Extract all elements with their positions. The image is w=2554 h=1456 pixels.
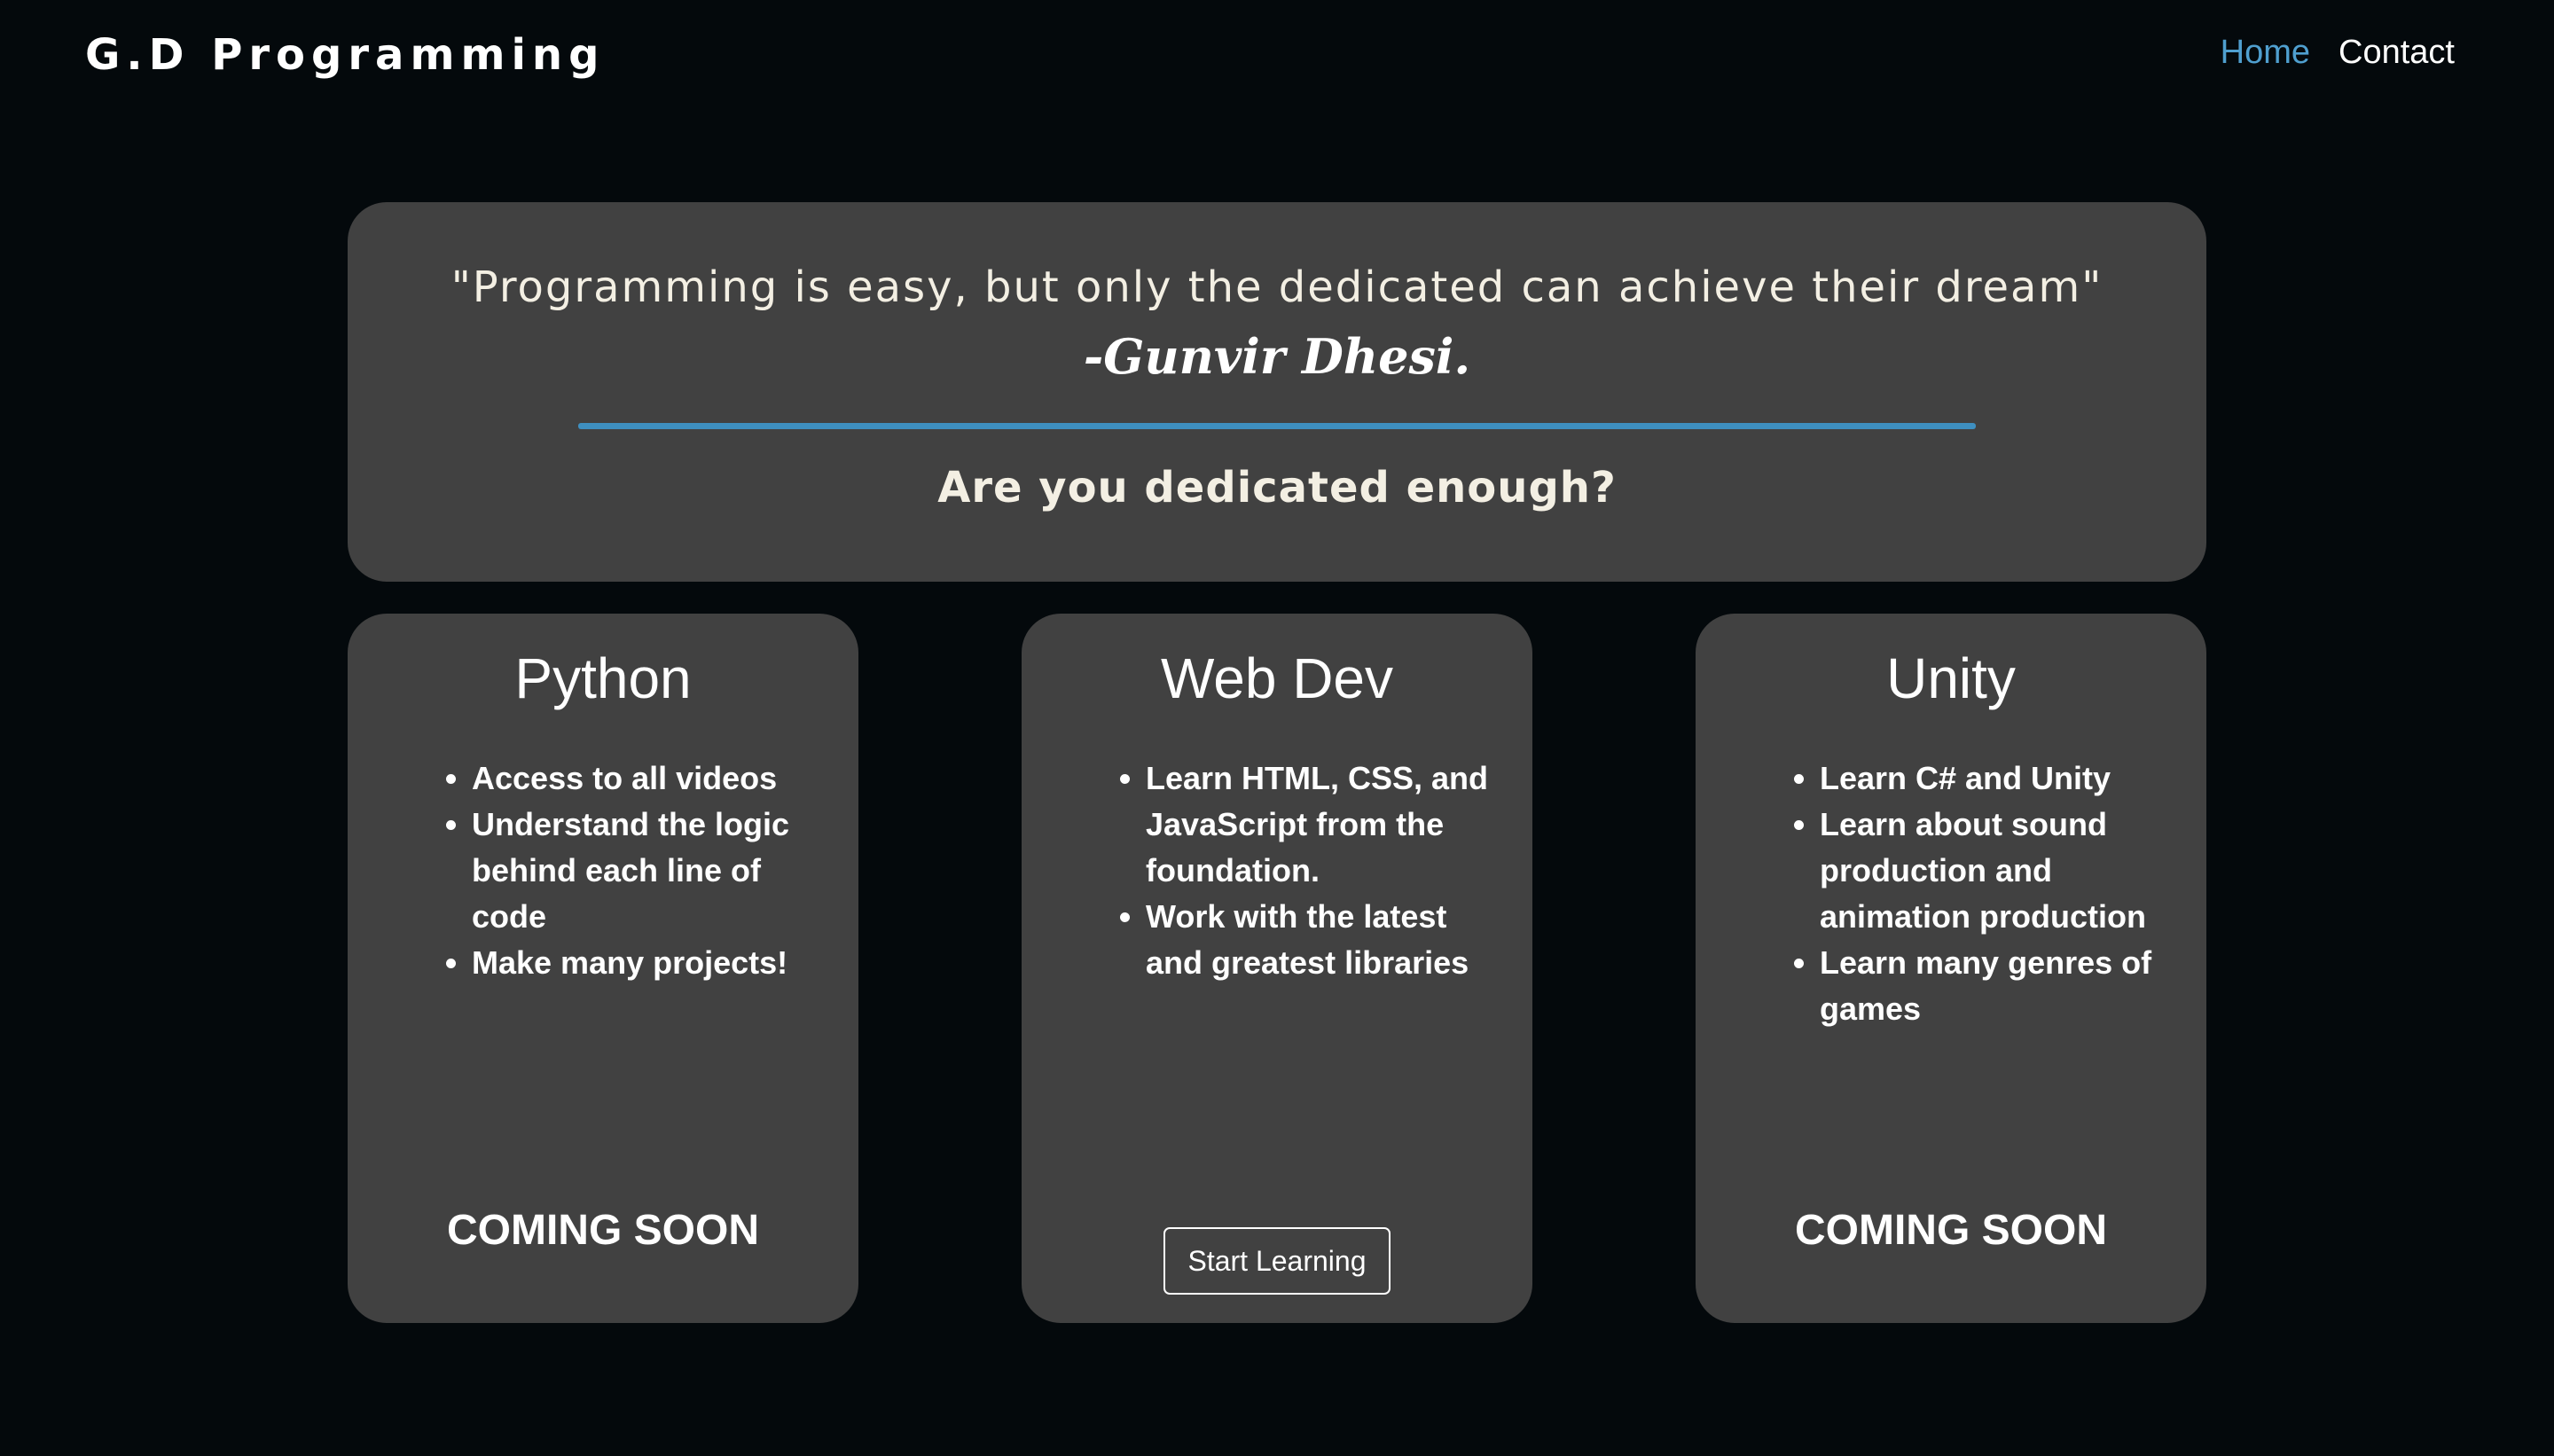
coming-soon-label: COMING SOON	[1794, 1207, 2107, 1254]
course-card-unity: Unity Learn C# and Unity Learn about sou…	[1696, 614, 2206, 1323]
start-learning-button[interactable]: Start Learning	[1163, 1227, 1391, 1295]
course-card-web-dev: Web Dev Learn HTML, CSS, and JavaScript …	[1022, 614, 1532, 1323]
list-item: Make many projects!	[472, 940, 823, 986]
list-item: Work with the latest and greatest librar…	[1146, 894, 1497, 986]
course-card-python: Python Access to all videos Understand t…	[348, 614, 858, 1323]
list-item: Understand the logic behind each line of…	[472, 802, 823, 940]
nav-link-home[interactable]: Home	[2221, 34, 2310, 72]
list-item: Learn C# and Unity	[1820, 755, 2171, 802]
list-item: Learn HTML, CSS, and JavaScript from the…	[1146, 755, 1497, 894]
list-item: Learn many genres of games	[1820, 940, 2171, 1032]
list-item: Learn about sound production and animati…	[1820, 802, 2171, 940]
feature-list: Access to all videos Understand the logi…	[348, 755, 858, 986]
card-title: Unity	[1886, 646, 2016, 710]
hero-panel: "Programming is easy, but only the dedic…	[348, 202, 2206, 582]
hero-quote: "Programming is easy, but only the dedic…	[450, 262, 2104, 312]
list-item: Access to all videos	[472, 755, 823, 802]
card-title: Web Dev	[1160, 646, 1394, 710]
nav-links: Home Contact	[2221, 34, 2455, 72]
quote-author: -Gunvir Dhesi.	[1083, 328, 1471, 385]
navbar: G.D Programming Home Contact	[0, 0, 2554, 112]
brand-logo[interactable]: G.D Programming	[85, 30, 605, 80]
nav-link-contact[interactable]: Contact	[2339, 34, 2455, 72]
hero-question: Are you dedicated enough?	[937, 463, 1617, 513]
coming-soon-label: COMING SOON	[446, 1207, 759, 1254]
hero-divider	[578, 423, 1976, 429]
feature-list: Learn C# and Unity Learn about sound pro…	[1696, 755, 2206, 1032]
card-title: Python	[514, 646, 692, 710]
feature-list: Learn HTML, CSS, and JavaScript from the…	[1022, 755, 1532, 986]
